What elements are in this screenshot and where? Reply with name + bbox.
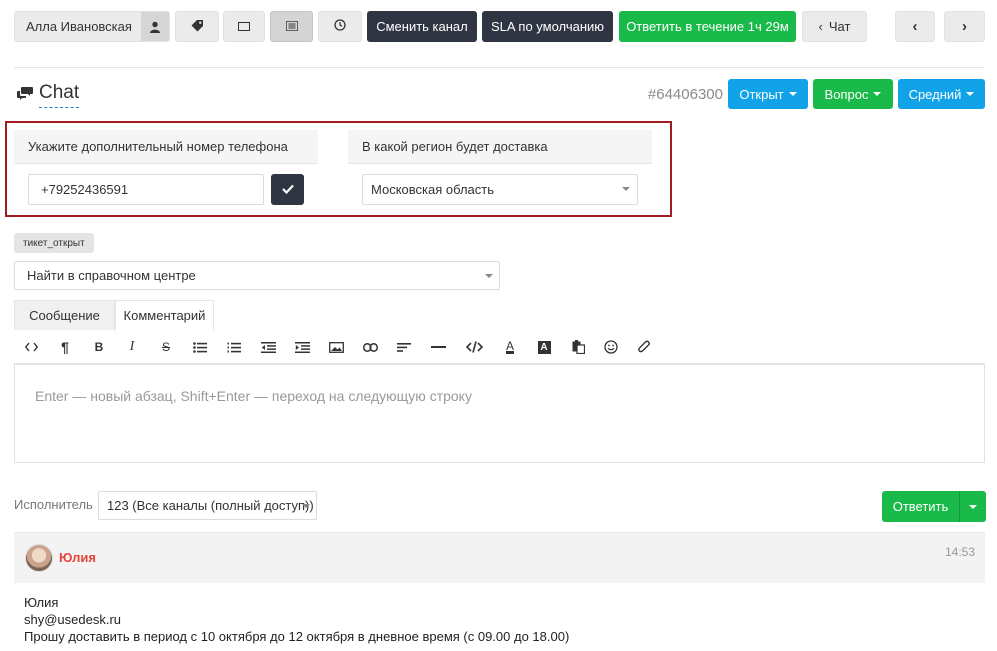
paragraph-icon[interactable]: ¶ (50, 330, 80, 364)
next-ticket-button[interactable]: › (944, 11, 985, 42)
executor-label: Исполнитель (14, 497, 93, 512)
paste-icon[interactable] (563, 330, 593, 364)
status-label: Открыт (739, 86, 784, 102)
window-button[interactable] (223, 11, 265, 42)
assignee-name: Алла Ивановская (26, 19, 132, 34)
priority-label: Средний (908, 86, 962, 102)
executor-select[interactable]: 123 (Все каналы (полный доступ)) (98, 491, 317, 520)
bold-icon[interactable]: B (84, 330, 114, 364)
tag-button[interactable] (175, 11, 219, 42)
caret-down-icon (969, 504, 977, 509)
executor-value: 123 (Все каналы (полный доступ)) (107, 498, 314, 513)
change-channel-button[interactable]: Сменить канал (367, 11, 477, 42)
caret-down-icon (485, 274, 493, 278)
italic-icon[interactable]: I (117, 330, 147, 364)
priority-dropdown[interactable]: Средний (898, 79, 985, 109)
chat-back-label: Чат (828, 19, 851, 34)
caret-down-icon (788, 92, 797, 96)
message-line: Прошу доставить в период с 10 октября до… (24, 629, 570, 644)
reply-button[interactable]: Ответить (882, 499, 959, 514)
horizontal-rule-icon[interactable] (423, 330, 453, 364)
reply-button-group: Ответить (882, 491, 986, 522)
message-editor[interactable]: Enter — новый абзац, Shift+Enter — перех… (14, 364, 985, 463)
image-icon[interactable] (321, 330, 351, 364)
chevron-left-icon: ‹ (818, 19, 823, 34)
ticket-id: #64406300 (647, 86, 723, 103)
status-dropdown[interactable]: Открыт (728, 79, 808, 109)
header-divider (14, 67, 985, 68)
type-dropdown[interactable]: Вопрос (813, 79, 893, 109)
assignee-button[interactable]: Алла Ивановская (14, 11, 170, 42)
attachment-icon[interactable] (629, 330, 659, 364)
list-icon (284, 19, 299, 34)
bullet-list-icon[interactable] (185, 330, 215, 364)
tab-comment[interactable]: Комментарий (115, 300, 214, 330)
indent-icon[interactable] (287, 330, 317, 364)
window-icon (238, 22, 250, 31)
chevron-right-icon: › (962, 18, 967, 35)
region-select[interactable]: Московская область (362, 174, 638, 205)
chat-back-button[interactable]: ‹ Чат (802, 11, 867, 42)
reply-within-button[interactable]: Ответить в течение 1ч 29м (619, 11, 796, 42)
prev-ticket-button[interactable]: ‹ (895, 11, 935, 42)
list-view-button[interactable] (270, 11, 313, 42)
outdent-icon[interactable] (253, 330, 283, 364)
ticket-title[interactable]: Chat (39, 82, 80, 108)
avatar (25, 544, 53, 572)
chevron-left-icon: ‹ (912, 18, 918, 35)
clock-icon (334, 19, 346, 34)
region-field-label: В какой регион будет доставка (348, 130, 652, 164)
align-icon[interactable] (389, 330, 419, 364)
numbered-list-icon[interactable] (219, 330, 249, 364)
chat-bubbles-icon (17, 86, 34, 104)
background-color-icon[interactable]: A (529, 330, 559, 364)
check-icon (281, 182, 294, 197)
editor-placeholder: Enter — новый абзац, Shift+Enter — перех… (35, 388, 472, 404)
tag-icon (191, 19, 204, 35)
caret-down-icon (622, 187, 630, 191)
type-label: Вопрос (824, 86, 869, 102)
user-icon (141, 12, 169, 41)
caret-down-icon (966, 92, 975, 96)
code-icon[interactable] (459, 330, 489, 364)
emoji-icon[interactable] (596, 330, 626, 364)
ticket-tag[interactable]: тикет_открыт (14, 233, 94, 253)
reply-options-button[interactable] (959, 491, 986, 522)
region-value: Московская область (371, 182, 495, 197)
help-center-select[interactable]: Найти в справочном центре (14, 261, 500, 290)
caret-down-icon (873, 92, 882, 96)
text-color-icon[interactable]: A (495, 330, 525, 364)
phone-field-label: Укажите дополнительный номер телефона (14, 130, 318, 164)
phone-input[interactable]: +79252436591 (28, 174, 264, 205)
message-time: 14:53 (944, 545, 975, 559)
strikethrough-icon[interactable]: S (151, 330, 181, 364)
clock-button[interactable] (318, 11, 362, 42)
help-center-label: Найти в справочном центре (27, 268, 196, 283)
link-icon[interactable] (355, 330, 385, 364)
message-line: Юлия (24, 595, 59, 610)
editor-toolbar: ¶ B I S A A (14, 330, 985, 364)
message-header: Юлия 14:53 (14, 532, 985, 583)
message-line: shy@usedesk.ru (24, 612, 122, 627)
confirm-phone-button[interactable] (271, 174, 304, 205)
sla-button[interactable]: SLA по умолчанию (482, 11, 613, 42)
message-author[interactable]: Юлия (59, 550, 96, 565)
tab-message[interactable]: Сообщение (14, 300, 115, 330)
code-view-icon[interactable] (16, 330, 46, 364)
caret-down-icon (302, 504, 310, 508)
